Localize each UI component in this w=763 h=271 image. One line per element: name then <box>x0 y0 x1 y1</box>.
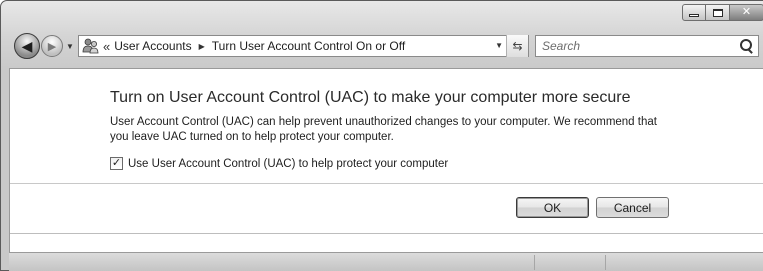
minimize-icon <box>689 14 699 17</box>
refresh-icon: ⇆ <box>512 39 523 53</box>
status-divider <box>605 255 606 270</box>
search-box[interactable]: Search <box>535 35 759 57</box>
search-icon[interactable] <box>738 38 754 54</box>
status-divider <box>534 255 535 270</box>
refresh-button[interactable]: ⇆ <box>506 35 528 57</box>
user-accounts-icon <box>81 36 101 56</box>
chevron-down-icon: ▼ <box>66 41 74 51</box>
maximize-button[interactable] <box>706 4 730 21</box>
uac-checkbox-row[interactable]: ✓ Use User Account Control (UAC) to help… <box>110 157 448 170</box>
navigation-bar: ◀ ▶ ▼ « User Accounts ▶ Turn User Accoun… <box>0 31 763 61</box>
forward-arrow-icon: ▶ <box>47 40 57 53</box>
uac-checkbox[interactable]: ✓ <box>110 157 123 170</box>
divider <box>10 183 763 184</box>
close-icon: ✕ <box>741 6 752 18</box>
checkmark-icon: ✓ <box>111 157 122 169</box>
close-button[interactable]: ✕ <box>730 4 763 21</box>
cancel-button[interactable]: Cancel <box>596 197 669 218</box>
recent-pages-dropdown[interactable]: ▼ <box>65 41 75 51</box>
back-button[interactable]: ◀ <box>14 33 40 59</box>
hidden-locations-chevron[interactable]: « <box>103 40 110 53</box>
maximize-icon <box>712 8 723 17</box>
back-arrow-icon: ◀ <box>21 37 33 54</box>
forward-button[interactable]: ▶ <box>41 35 63 57</box>
uac-checkbox-label[interactable]: Use User Account Control (UAC) to help p… <box>128 158 448 170</box>
breadcrumb-separator-icon[interactable]: ▶ <box>199 42 205 51</box>
breadcrumb-turn-uac-on-off[interactable]: Turn User Account Control On or Off <box>212 39 405 53</box>
address-dropdown-icon[interactable]: ▼ <box>495 41 503 50</box>
content-panel: Turn on User Account Control (UAC) to ma… <box>9 68 763 252</box>
search-input[interactable]: Search <box>542 39 738 53</box>
minimize-button[interactable] <box>682 4 706 21</box>
page-title: Turn on User Account Control (UAC) to ma… <box>110 89 631 106</box>
uac-description: User Account Control (UAC) can help prev… <box>110 116 657 143</box>
ok-button[interactable]: OK <box>516 197 589 218</box>
address-bar[interactable]: « User Accounts ▶ Turn User Account Cont… <box>78 35 529 57</box>
status-bar <box>9 252 763 271</box>
breadcrumb-user-accounts[interactable]: User Accounts <box>114 39 191 53</box>
divider <box>10 233 763 234</box>
caption-buttons: ✕ <box>682 4 763 21</box>
